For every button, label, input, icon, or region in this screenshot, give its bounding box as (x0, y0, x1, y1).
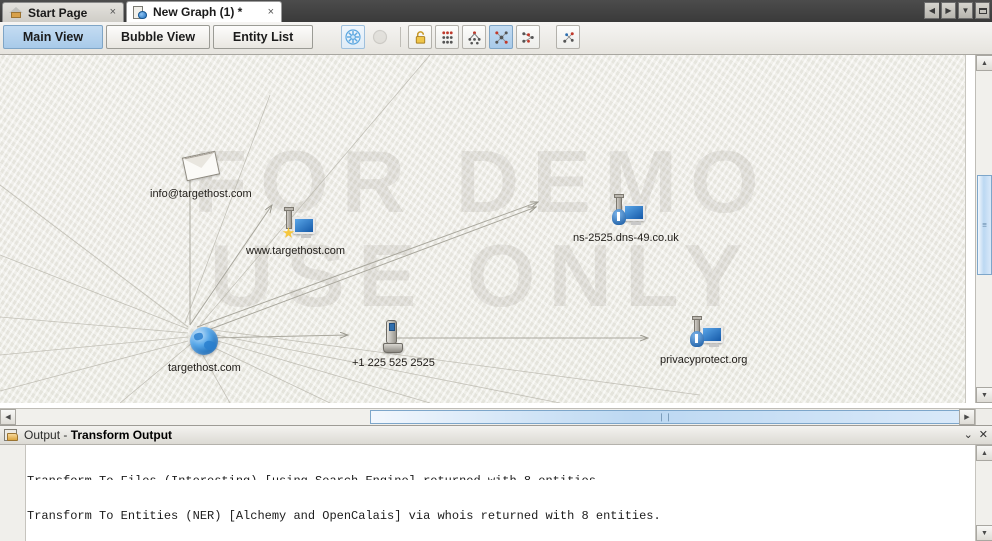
graph-edges (0, 55, 965, 403)
layout-run-group (341, 25, 392, 49)
phone-icon (373, 320, 413, 354)
home-icon (9, 6, 23, 19)
lock-layout-button[interactable] (408, 25, 432, 49)
node-website[interactable]: www.targethost.com (246, 208, 345, 257)
maltego-window: Start Page × New Graph (1) * × ◀ ▶ ▼ Mai… (0, 0, 992, 541)
tab-start-page[interactable]: Start Page × (2, 2, 124, 22)
graph-document-icon (133, 6, 148, 19)
horizontal-thumb-grip: ❘❘ (658, 413, 671, 422)
node-email-label: info@targethost.com (150, 188, 252, 200)
window-controls: ◀ ▶ ▼ (924, 2, 990, 20)
interactive-layout-button[interactable] (556, 25, 580, 49)
scroll-left-button[interactable]: ◀ (0, 409, 16, 425)
freeze-layout-button[interactable] (341, 25, 365, 49)
node-email[interactable]: info@targethost.com (150, 151, 252, 200)
hierarchical-layout-button[interactable] (462, 25, 486, 49)
output-console[interactable]: Transform To Files (Interesting) [using … (0, 445, 992, 541)
scroll-right-button[interactable]: ▶ (959, 409, 975, 425)
padlock-icon (413, 30, 428, 45)
node-dns-privacyprotect-label: privacyprotect.org (660, 354, 747, 366)
grey-ball-icon (372, 29, 388, 45)
output-gutter (0, 445, 26, 541)
maximize-window-button[interactable] (975, 2, 990, 19)
pause-layout-button[interactable] (368, 25, 392, 49)
minimize-output-button[interactable]: ⌄ (964, 428, 973, 442)
graph-toolbar: Main View Bubble View Entity List (0, 22, 992, 55)
output-title-prefix: Output - (24, 428, 71, 442)
hierarchical-layout-icon (467, 30, 482, 45)
dns-name-icon (606, 195, 646, 229)
scrollbar-corner (975, 408, 992, 425)
output-vertical-scrollbar[interactable]: ▲ ▼ (975, 445, 992, 541)
close-output-button[interactable]: ✕ (979, 428, 988, 442)
vertical-scroll-thumb[interactable]: ≡ (977, 175, 992, 275)
scroll-tabs-right-button[interactable]: ▶ (941, 2, 956, 19)
node-dns-ns2525[interactable]: ns-2525.dns-49.co.uk (573, 195, 679, 244)
output-panel-title: Output - Transform Output (24, 428, 172, 442)
graph-horizontal-scrollbar[interactable]: ◀ ❘❘ ▶ (0, 408, 975, 425)
document-tab-bar: Start Page × New Graph (1) * × ◀ ▶ ▼ (0, 0, 992, 22)
output-folder-icon (4, 429, 19, 442)
view-mode-tabs: Main View Bubble View Entity List (3, 25, 316, 49)
output-log: Transform To Files (Interesting) [using … (27, 445, 975, 541)
tab-new-graph-close-icon[interactable]: × (264, 7, 274, 18)
graph-canvas[interactable]: FOR DEMO USE ONLY (0, 55, 966, 403)
globe-domain-icon (184, 325, 224, 359)
organic-layout-icon (521, 30, 536, 45)
output-panel-header: Output - Transform Output ⌄ ✕ (0, 426, 992, 445)
tab-bubble-view[interactable]: Bubble View (106, 25, 210, 49)
node-website-label: www.targethost.com (246, 245, 345, 257)
dns-name-icon (684, 317, 724, 351)
scroll-down-button[interactable]: ▼ (976, 387, 992, 403)
output-scroll-down-button[interactable]: ▼ (976, 525, 992, 541)
output-log-line-1: Transform To Entities (NER) [Alchemy and… (27, 509, 975, 524)
demo-watermark: FOR DEMO USE ONLY (0, 55, 965, 403)
tab-start-page-close-icon[interactable]: × (106, 7, 116, 18)
graph-vertical-scrollbar[interactable]: ▲ ≡ ▼ (975, 55, 992, 403)
layout-mode-group (408, 25, 580, 49)
output-log-line-0: Transform To Files (Interesting) [using … (27, 474, 975, 480)
snowflake-icon (345, 29, 361, 45)
output-panel-buttons: ⌄ ✕ (964, 428, 988, 442)
node-phone[interactable]: +1 225 525 2525 (352, 320, 435, 369)
node-dns-privacyprotect[interactable]: privacyprotect.org (660, 317, 747, 366)
vertical-thumb-grip: ≡ (982, 221, 987, 230)
tab-entity-list[interactable]: Entity List (213, 25, 313, 49)
block-layout-icon (440, 30, 455, 45)
tab-new-graph[interactable]: New Graph (1) * × (126, 1, 282, 22)
tab-list-dropdown-button[interactable]: ▼ (958, 2, 973, 19)
tab-start-page-label: Start Page (28, 6, 87, 20)
graph-view: FOR DEMO USE ONLY (0, 55, 992, 425)
node-domain-targethost[interactable]: targethost.com (168, 325, 241, 374)
scroll-tabs-left-button[interactable]: ◀ (924, 2, 939, 19)
tab-new-graph-label: New Graph (1) * (153, 5, 242, 19)
scroll-up-button[interactable]: ▲ (976, 55, 992, 71)
centrality-layout-icon (494, 30, 509, 45)
block-layout-button[interactable] (435, 25, 459, 49)
node-domain-targethost-label: targethost.com (168, 362, 241, 374)
node-dns-ns2525-label: ns-2525.dns-49.co.uk (573, 232, 679, 244)
tab-main-view[interactable]: Main View (3, 25, 103, 49)
centrality-layout-button[interactable] (489, 25, 513, 49)
output-panel: Output - Transform Output ⌄ ✕ Transform … (0, 425, 992, 541)
organic-layout-button[interactable] (516, 25, 540, 49)
email-envelope-icon (181, 151, 221, 185)
interactive-layout-icon (561, 30, 576, 45)
output-title-name: Transform Output (71, 428, 172, 442)
horizontal-scroll-thumb[interactable]: ❘❘ (370, 410, 960, 424)
output-scroll-up-button[interactable]: ▲ (976, 445, 992, 461)
website-icon (276, 208, 316, 242)
node-phone-label: +1 225 525 2525 (352, 357, 435, 369)
